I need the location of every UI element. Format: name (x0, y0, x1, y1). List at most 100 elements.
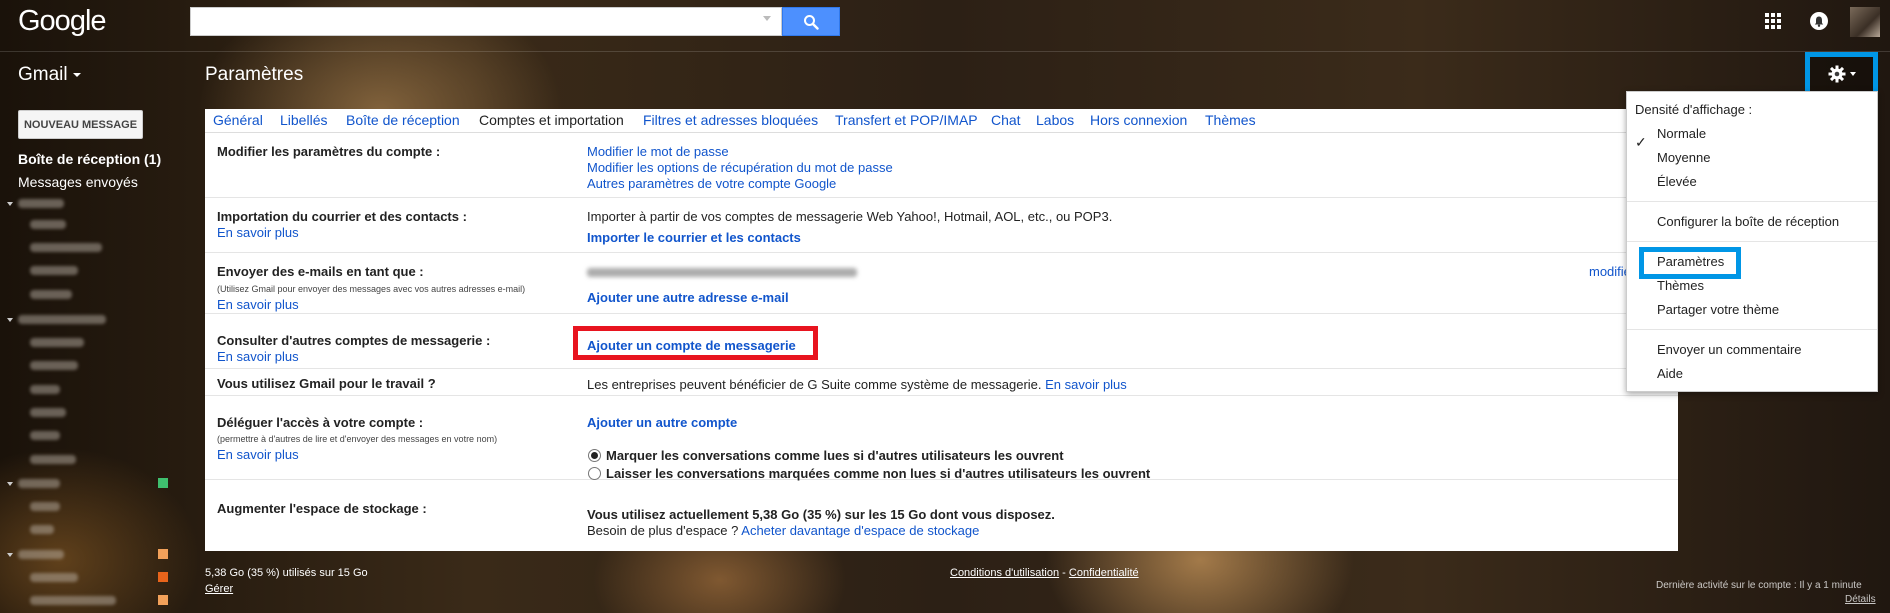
label-redacted[interactable] (18, 199, 64, 208)
storage-usage-text: Vous utilisez actuellement 5,38 Go (35 %… (587, 507, 1055, 522)
storage-usage-footer: 5,38 Go (35 %) utilisés sur 15 Go (205, 567, 368, 579)
label-redacted[interactable] (30, 220, 66, 229)
expand-triangle-icon[interactable] (7, 553, 13, 557)
import-mail-contacts-link[interactable]: Importer le courrier et les contacts (587, 230, 801, 245)
expand-triangle-icon[interactable] (7, 482, 13, 486)
nav-sent[interactable]: Messages envoyés (18, 174, 138, 190)
mark-read-option-label[interactable]: Marquer les conversations comme lues si … (606, 448, 1064, 463)
label-redacted[interactable] (30, 290, 72, 299)
recovery-options-link[interactable]: Modifier les options de récupération du … (587, 160, 893, 175)
expand-triangle-icon[interactable] (7, 202, 13, 206)
buy-storage-link[interactable]: Acheter davantage d'espace de stockage (741, 523, 979, 538)
density-high-item[interactable]: Élevée (1657, 174, 1697, 189)
footer-legal-links: Conditions d'utilisation - Confidentiali… (950, 567, 1139, 579)
tab-themes[interactable]: Thèmes (1205, 112, 1256, 128)
page-title: Paramètres (205, 64, 304, 85)
tab-offline[interactable]: Hors connexion (1090, 112, 1187, 128)
notifications-bell-icon[interactable] (1810, 12, 1828, 30)
delegate-learn-more-link[interactable]: En savoir plus (217, 447, 299, 462)
leave-unread-radio[interactable] (588, 467, 601, 480)
add-another-account-link[interactable]: Ajouter un autre compte (587, 415, 737, 430)
search-options-chevron-icon[interactable] (763, 16, 771, 21)
label-redacted[interactable] (30, 525, 54, 534)
tab-labels[interactable]: Libellés (280, 112, 327, 128)
edit-sender-link[interactable]: modifie (1589, 264, 1631, 279)
label-redacted[interactable] (30, 431, 60, 440)
label-redacted[interactable] (30, 502, 60, 511)
themes-item[interactable]: Thèmes (1657, 278, 1704, 293)
other-accounts-label: Consulter d'autres comptes de messagerie… (217, 333, 491, 348)
sender-email-redacted (587, 268, 857, 277)
label-redacted[interactable] (30, 596, 116, 605)
manage-storage-link[interactable]: Gérer (205, 583, 233, 595)
send-as-learn-more-link[interactable]: En savoir plus (217, 297, 299, 312)
nav-inbox[interactable]: Boîte de réception (1) (18, 151, 161, 167)
mark-read-radio[interactable] (588, 449, 601, 462)
label-redacted[interactable] (30, 361, 78, 370)
add-mail-account-link[interactable]: Ajouter un compte de messagerie (587, 338, 796, 353)
settings-gear-button[interactable] (1805, 52, 1878, 96)
caret-down-icon (72, 72, 81, 77)
delegate-label: Déléguer l'accès à votre compte : (217, 415, 424, 430)
footer-separator: - (1062, 567, 1066, 579)
import-label: Importation du courrier et des contacts … (217, 209, 467, 224)
expand-triangle-icon[interactable] (7, 318, 13, 322)
density-normal-item[interactable]: Normale (1657, 126, 1706, 141)
settings-item[interactable]: Paramètres (1657, 254, 1724, 269)
label-redacted[interactable] (30, 573, 78, 582)
storage-need-text: Besoin de plus d'espace ? (587, 523, 739, 538)
activity-details-link[interactable]: Détails (1845, 594, 1876, 605)
label-redacted[interactable] (18, 550, 64, 559)
label-redacted[interactable] (18, 479, 60, 488)
leave-unread-option-label[interactable]: Laisser les conversations marquées comme… (606, 466, 1150, 481)
import-learn-more-link[interactable]: En savoir plus (217, 225, 299, 240)
tab-general[interactable]: Général (213, 112, 263, 128)
share-theme-item[interactable]: Partager votre thème (1657, 302, 1779, 317)
label-redacted[interactable] (30, 243, 102, 252)
google-account-settings-link[interactable]: Autres paramètres de votre compte Google (587, 176, 836, 191)
settings-row-import (205, 199, 1678, 253)
change-password-link[interactable]: Modifier le mot de passe (587, 144, 729, 159)
privacy-link[interactable]: Confidentialité (1069, 567, 1139, 579)
label-redacted[interactable] (30, 338, 84, 347)
tab-filters[interactable]: Filtres et adresses bloquées (643, 112, 818, 128)
configure-inbox-item[interactable]: Configurer la boîte de réception (1657, 214, 1839, 229)
google-logo[interactable]: Google (18, 5, 107, 38)
menu-divider (1627, 241, 1877, 242)
tab-forwarding-pop-imap[interactable]: Transfert et POP/IMAP (835, 112, 978, 128)
help-item[interactable]: Aide (1657, 366, 1683, 381)
checkmark-icon: ✓ (1635, 134, 1647, 150)
search-button[interactable] (782, 7, 840, 36)
work-label: Vous utilisez Gmail pour le travail ? (217, 376, 436, 391)
density-header: Densité d'affichage : (1635, 102, 1753, 117)
menu-divider (1627, 201, 1877, 202)
label-redacted[interactable] (30, 408, 66, 417)
gmail-label: Gmail (18, 64, 68, 85)
work-learn-more-link[interactable]: En savoir plus (1045, 377, 1127, 392)
import-description: Importer à partir de vos comptes de mess… (587, 209, 1113, 224)
tab-inbox[interactable]: Boîte de réception (346, 112, 460, 128)
label-redacted[interactable] (30, 385, 60, 394)
account-avatar[interactable] (1850, 7, 1880, 37)
storage-need-more: Besoin de plus d'espace ? Acheter davant… (587, 523, 979, 538)
apps-grid-icon[interactable] (1765, 13, 1782, 30)
gear-icon (1828, 65, 1845, 83)
label-redacted[interactable] (18, 315, 106, 324)
gmail-app-switcher[interactable]: Gmail (18, 64, 81, 86)
caret-down-icon (1849, 72, 1856, 76)
add-email-address-link[interactable]: Ajouter une autre adresse e-mail (587, 290, 789, 305)
tab-labs[interactable]: Labos (1036, 112, 1074, 128)
header-divider (0, 51, 1890, 52)
label-color-swatch (158, 595, 168, 605)
tab-chat[interactable]: Chat (991, 112, 1021, 128)
send-feedback-item[interactable]: Envoyer un commentaire (1657, 342, 1802, 357)
tab-accounts-import[interactable]: Comptes et importation (479, 112, 624, 128)
density-medium-item[interactable]: Moyenne (1657, 150, 1710, 165)
search-input[interactable] (190, 7, 782, 36)
label-redacted[interactable] (30, 455, 76, 464)
label-redacted[interactable] (30, 266, 78, 275)
other-accounts-learn-more-link[interactable]: En savoir plus (217, 349, 299, 364)
terms-link[interactable]: Conditions d'utilisation (950, 567, 1059, 579)
compose-button[interactable]: NOUVEAU MESSAGE (18, 110, 143, 139)
send-as-label: Envoyer des e-mails en tant que : (217, 264, 424, 279)
